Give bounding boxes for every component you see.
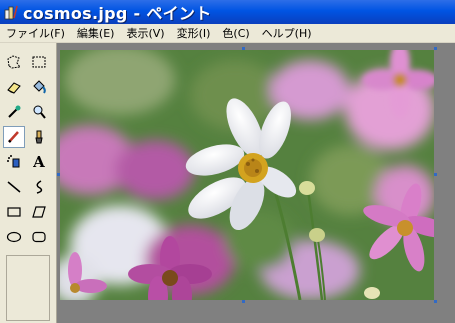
- rectangle-icon: [7, 207, 21, 217]
- menu-view[interactable]: 表示(V): [120, 25, 170, 41]
- fill-bucket-icon: [33, 80, 46, 94]
- eyedropper-icon: [8, 105, 21, 118]
- menu-help[interactable]: ヘルプ(H): [256, 25, 318, 41]
- brush-icon: [35, 130, 43, 144]
- polygon-tool[interactable]: [28, 201, 50, 223]
- eraser-icon: [7, 82, 21, 94]
- canvas-workspace: [57, 43, 455, 323]
- pencil-tool[interactable]: [3, 126, 25, 148]
- curve-tool[interactable]: [28, 176, 50, 198]
- free-select-icon: [7, 55, 21, 69]
- ellipse-tool[interactable]: [3, 226, 25, 248]
- free-select-tool[interactable]: [3, 51, 25, 73]
- title-bar[interactable]: cosmos.jpg - ペイント: [0, 0, 455, 24]
- eraser-tool[interactable]: [3, 76, 25, 98]
- resize-handle[interactable]: [242, 300, 245, 303]
- menu-bar: ファイル(F) 編集(E) 表示(V) 変形(I) 色(C) ヘルプ(H): [0, 24, 455, 43]
- polygon-icon: [32, 206, 46, 218]
- tool-options-box[interactable]: [6, 255, 50, 321]
- line-icon: [7, 181, 21, 193]
- line-tool[interactable]: [3, 176, 25, 198]
- menu-image[interactable]: 変形(I): [171, 25, 217, 41]
- resize-handle[interactable]: [242, 47, 245, 50]
- paint-app-icon: [4, 5, 18, 20]
- rect-select-icon: [32, 56, 46, 68]
- resize-handle[interactable]: [57, 173, 60, 176]
- airbrush-icon: [7, 155, 20, 168]
- resize-handle[interactable]: [434, 173, 437, 176]
- curve-icon: [36, 180, 43, 194]
- magnifier-tool[interactable]: [28, 101, 50, 123]
- menu-colors[interactable]: 色(C): [216, 25, 255, 41]
- rounded-rectangle-tool[interactable]: [28, 226, 50, 248]
- toolbox: A: [0, 43, 57, 323]
- menu-file[interactable]: ファイル(F): [0, 25, 71, 41]
- eyedropper-tool[interactable]: [3, 101, 25, 123]
- text-tool[interactable]: A: [28, 151, 50, 173]
- brush-tool[interactable]: [28, 126, 50, 148]
- magnifier-icon: [33, 105, 46, 119]
- rounded-rectangle-icon: [32, 231, 46, 243]
- resize-handle[interactable]: [434, 47, 437, 50]
- rectangle-tool[interactable]: [3, 201, 25, 223]
- image-canvas[interactable]: [60, 50, 434, 300]
- rect-select-tool[interactable]: [28, 51, 50, 73]
- pencil-icon: [8, 131, 19, 143]
- window-title: cosmos.jpg - ペイント: [23, 4, 212, 23]
- cosmos-photo: [60, 50, 434, 300]
- text-icon: A: [33, 153, 45, 171]
- airbrush-tool[interactable]: [3, 151, 25, 173]
- fill-tool[interactable]: [28, 76, 50, 98]
- resize-handle[interactable]: [434, 300, 437, 303]
- menu-edit[interactable]: 編集(E): [71, 25, 121, 41]
- ellipse-icon: [6, 231, 22, 243]
